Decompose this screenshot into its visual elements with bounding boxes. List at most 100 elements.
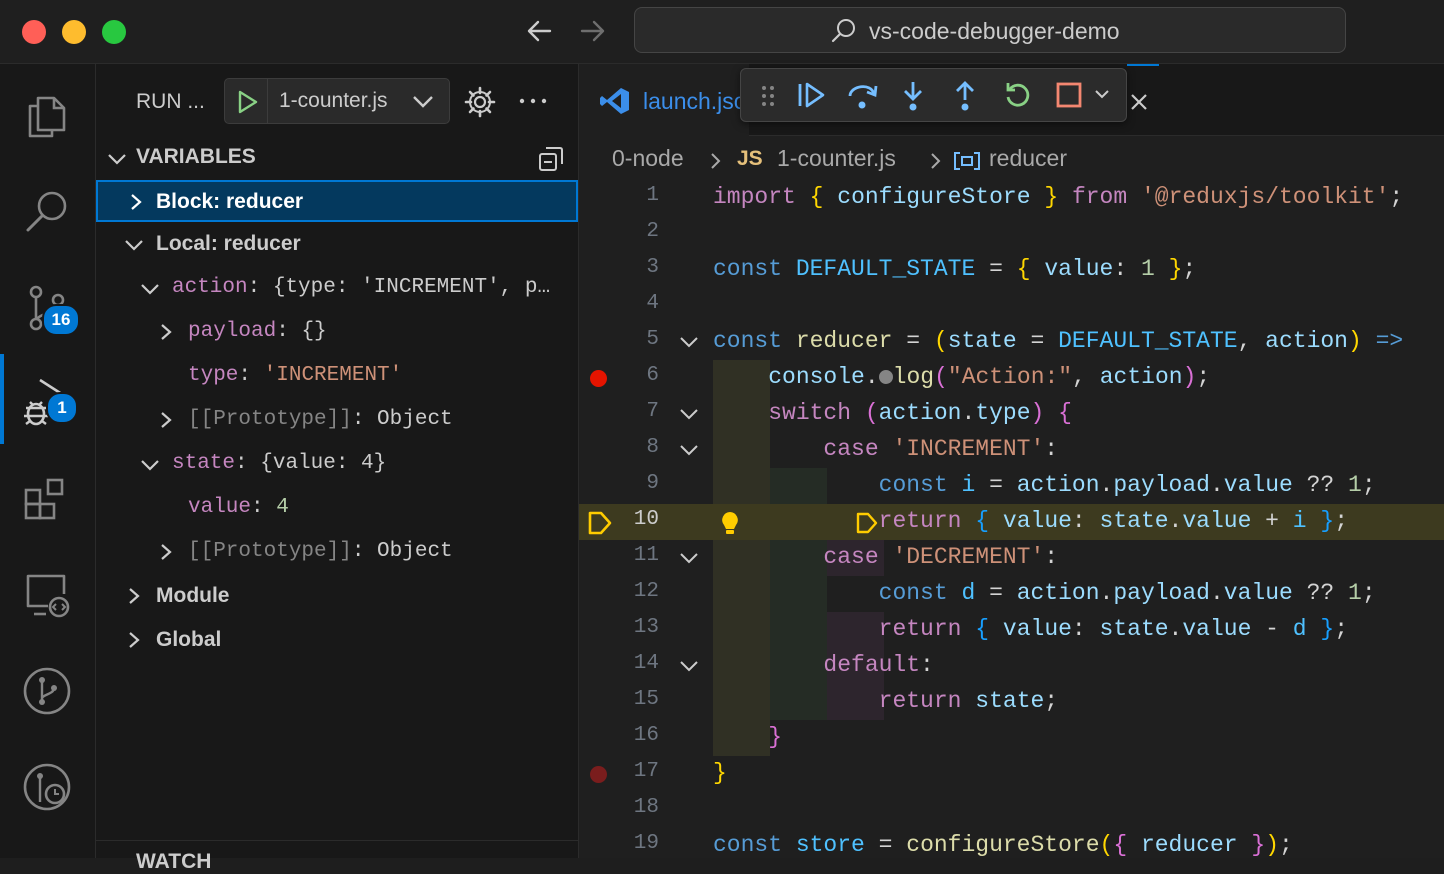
watch-section-header[interactable]: WATCH — [136, 850, 211, 874]
drag-handle-icon[interactable] — [759, 83, 777, 109]
activity-remote-explorer[interactable] — [0, 548, 96, 638]
code-line: 6 console. log("Action:", action); — [579, 360, 1444, 396]
debug-config-selector[interactable]: 1-counter.js — [224, 78, 450, 124]
variable-name: type — [188, 364, 239, 387]
fold-chevron-icon[interactable] — [679, 334, 699, 350]
code-line: 16 } — [633, 724, 783, 750]
step-into-icon[interactable] — [899, 80, 927, 112]
variable-value: {value: 4} — [260, 452, 387, 475]
chevron-down-icon[interactable] — [1093, 87, 1111, 103]
scope-module[interactable]: Module — [96, 576, 578, 618]
config-divider — [267, 79, 268, 123]
chevron-down-icon — [141, 284, 159, 295]
variables-section-header[interactable]: VARIABLES — [96, 140, 579, 176]
variable-action[interactable]: action: {type: 'INCREMENT', p… — [96, 268, 578, 310]
breakpoint-hint[interactable] — [590, 766, 607, 783]
collapse-all-icon[interactable] — [538, 146, 564, 172]
git-graph-icon — [23, 667, 71, 715]
chevron-right-icon — [131, 194, 142, 210]
scm-badge: 16 — [42, 304, 80, 336]
chevron-down-icon — [141, 460, 159, 471]
variable-name: state — [172, 452, 236, 475]
run-debug-sidebar: RUN ... 1-counter.js VARIABLES Block: re… — [96, 64, 579, 873]
explorer-icon — [28, 96, 66, 138]
chevron-right-icon — [161, 324, 172, 340]
variable-value: {type: 'INCREMENT', p… — [272, 276, 551, 299]
code-line: 4 — [646, 292, 659, 315]
variable-name: [[Prototype]] — [188, 540, 352, 563]
code-line: 15 return state; — [633, 688, 1059, 714]
chevron-right-icon — [711, 153, 721, 169]
scope-label: Block: reducer — [156, 190, 304, 213]
remote-explorer-icon — [26, 574, 70, 618]
window-title: vs-code-debugger-demo — [869, 18, 1120, 44]
activity-extensions[interactable] — [0, 452, 96, 542]
breadcrumb-symbol[interactable]: reducer — [989, 145, 1067, 172]
scope-label: Global — [156, 628, 222, 651]
tab-launch-json[interactable]: launch.json — [579, 64, 749, 136]
stop-icon[interactable] — [1055, 80, 1083, 110]
variable-prototype[interactable]: [[Prototype]]: Object — [96, 532, 578, 574]
variable-value: 4 — [276, 496, 289, 519]
chevron-right-icon — [129, 632, 140, 648]
chevron-down-icon — [125, 240, 143, 251]
variable-payload[interactable]: payload: {} — [96, 312, 578, 354]
editor-group: launch.json 0-node JS 1-counter.js reduc… — [579, 64, 1444, 858]
code-line: 13 return { value: state.value - d }; — [633, 616, 1349, 642]
run-view-title: RUN ... — [136, 90, 205, 113]
scope-label: Module — [156, 584, 230, 607]
variables-title: VARIABLES — [136, 145, 256, 168]
fold-chevron-icon[interactable] — [679, 442, 699, 458]
gear-icon[interactable] — [464, 86, 496, 118]
scope-local-reducer[interactable]: Local: reducer — [96, 224, 578, 266]
vscode-icon — [600, 88, 629, 114]
title-bar: vs-code-debugger-demo — [0, 0, 1444, 64]
code-line: 17 } — [579, 756, 1444, 792]
tab-label: launch.json — [643, 88, 749, 114]
step-out-icon[interactable] — [951, 80, 979, 112]
activity-explorer[interactable] — [0, 68, 96, 158]
command-center[interactable]: vs-code-debugger-demo — [634, 7, 1346, 53]
activity-search[interactable] — [0, 164, 96, 254]
scope-global[interactable]: Global — [96, 620, 578, 662]
variable-state[interactable]: state: {value: 4} — [96, 444, 578, 486]
variable-value-4[interactable]: value: 4 — [96, 488, 578, 530]
more-actions-icon[interactable] — [516, 84, 550, 118]
code-line: 11 case 'DECREMENT': — [633, 544, 1059, 570]
close-icon[interactable] — [1129, 92, 1149, 112]
code-line: 3 const DEFAULT_STATE = { value: 1 }; — [646, 256, 1197, 282]
scope-block-reducer[interactable]: Block: reducer — [96, 180, 578, 222]
step-over-icon[interactable] — [845, 80, 879, 112]
extensions-icon — [24, 478, 64, 520]
fold-chevron-icon[interactable] — [679, 658, 699, 674]
fold-chevron-icon[interactable] — [679, 406, 699, 422]
code-editor[interactable]: 1 import { configureStore } from '@redux… — [579, 180, 1444, 858]
breadcrumb-file[interactable]: 1-counter.js — [777, 145, 896, 172]
variable-type[interactable]: type: 'INCREMENT' — [96, 356, 578, 398]
variable-prototype[interactable]: [[Prototype]]: Object — [96, 400, 578, 442]
chevron-right-icon — [931, 153, 941, 169]
minimize-window-button[interactable] — [62, 20, 86, 44]
close-window-button[interactable] — [22, 20, 46, 44]
maximize-window-button[interactable] — [102, 20, 126, 44]
watch-divider — [96, 840, 579, 841]
breadcrumb-folder[interactable]: 0-node — [612, 145, 684, 172]
breakpoint[interactable] — [590, 370, 607, 387]
tab-1-counter-js[interactable] — [1127, 64, 1159, 136]
variable-symbol-icon — [954, 152, 980, 170]
variable-value: 'INCREMENT' — [263, 364, 403, 387]
activity-run-debug[interactable]: 1 — [0, 354, 96, 444]
chevron-right-icon — [161, 412, 172, 428]
restart-icon[interactable] — [1003, 80, 1033, 110]
variable-name: [[Prototype]] — [188, 408, 352, 431]
continue-icon[interactable] — [795, 80, 827, 110]
activity-git-graph[interactable] — [0, 644, 96, 734]
back-arrow-icon[interactable] — [524, 14, 556, 48]
fold-chevron-icon[interactable] — [679, 550, 699, 566]
search-icon — [26, 191, 67, 232]
start-debugging-icon[interactable] — [235, 89, 259, 115]
activity-timeline[interactable] — [0, 740, 96, 830]
activity-source-control[interactable]: 16 — [0, 260, 96, 350]
forward-arrow-icon[interactable] — [576, 14, 608, 48]
breadcrumb: 0-node JS 1-counter.js reducer — [579, 140, 1444, 176]
